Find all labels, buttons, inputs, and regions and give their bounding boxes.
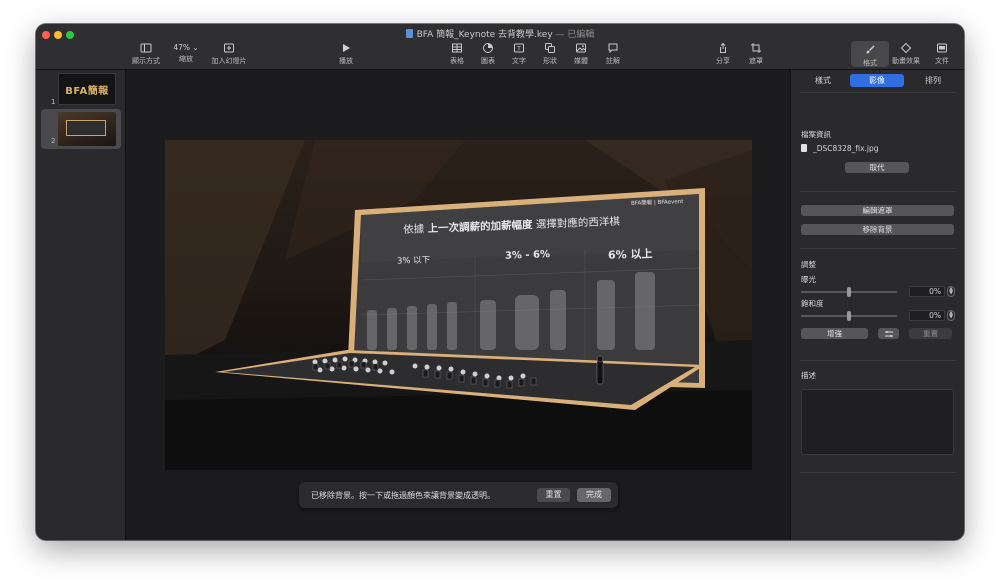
divider — [800, 360, 956, 361]
slide-navigator: 1 BFA簡報 2 — [36, 70, 126, 540]
adjust-reset-button[interactable]: 重置 — [909, 328, 952, 339]
table-icon — [452, 43, 462, 53]
chess-scene-illustration — [165, 140, 752, 470]
tab-image[interactable]: 影像 — [850, 74, 904, 87]
remove-background-button[interactable]: 移除背景 — [801, 224, 954, 235]
text-box-icon: T — [514, 43, 524, 53]
play-button[interactable]: 播放 — [322, 42, 370, 66]
saturation-field[interactable]: 0% — [909, 310, 945, 321]
animate-diamond-icon — [900, 42, 912, 54]
replace-button[interactable]: 取代 — [845, 162, 909, 173]
sign-col-3: 6% 以上 — [607, 247, 653, 262]
add-slide-button[interactable]: 加入幻燈片 — [205, 42, 253, 66]
exposure-label: 曝光 — [801, 275, 816, 284]
zoom-label: 縮放 — [179, 55, 193, 63]
share-icon — [720, 42, 726, 53]
sidebar-view-icon — [140, 43, 152, 53]
slide-number-1: 1 — [51, 98, 56, 106]
description-title: 描述 — [801, 371, 816, 380]
mini-chess-board — [66, 120, 106, 136]
levels-button[interactable] — [878, 328, 899, 339]
slide-thumbnail-2 — [58, 112, 116, 146]
mask-button[interactable]: 遮罩 — [732, 42, 780, 66]
comment-icon — [608, 43, 618, 54]
bfa-logo-text: BFA簡報 — [65, 85, 109, 97]
divider — [800, 92, 956, 93]
divider — [800, 248, 956, 249]
sign-col-1: 3% 以下 — [396, 255, 431, 267]
tab-arrange[interactable]: 排列 — [911, 74, 955, 87]
document-label: 文件 — [935, 57, 949, 65]
slide-number-2: 2 — [51, 137, 56, 145]
saturation-stepper[interactable]: ▲ ▼ — [947, 310, 955, 321]
toolbar: BFA 簡報_Keynote 去背教學.key — 已編輯 顯示方式 47% ⌄… — [36, 24, 964, 70]
window-title: BFA 簡報_Keynote 去背教學.key — 已編輯 — [36, 27, 964, 40]
slide-thumbnail-1[interactable]: BFA簡報 — [58, 73, 116, 105]
sign-col-2: 3% - 6% — [504, 249, 551, 262]
edit-status: — 已編輯 — [555, 30, 595, 40]
chevron-down-icon: ⌄ — [192, 43, 199, 52]
inspector-tabs: 樣式 影像 排列 — [791, 74, 964, 88]
file-info-title: 檔案資訊 — [801, 130, 831, 139]
remove-background-message: 已移除背景。按一下或拖過顏色來讓背景變成透明。 — [311, 491, 495, 500]
photo-media-icon — [576, 43, 586, 53]
saturation-label: 飽和度 — [801, 299, 824, 308]
zoom-value: 47% ⌄ — [173, 43, 199, 52]
edit-mask-button[interactable]: 編輯遮罩 — [801, 205, 954, 216]
paintbrush-icon — [866, 45, 875, 54]
shape-icon — [545, 43, 555, 53]
banner-reset-button[interactable]: 重置 — [537, 488, 570, 502]
chart-icon — [483, 43, 493, 53]
play-icon — [343, 44, 350, 52]
exposure-stepper[interactable]: ▲ ▼ — [947, 286, 955, 297]
play-label: 播放 — [339, 57, 353, 65]
slide-thumbnail-2-selected[interactable]: 2 — [41, 109, 121, 149]
file-info-row: _DSC8328_fix.jpg — [801, 144, 879, 153]
comment-label: 註解 — [606, 57, 620, 65]
format-inspector: 樣式 影像 排列 檔案資訊 _DSC8328_fix.jpg 取代 編輯遮罩 移… — [790, 70, 964, 540]
adjust-title: 調整 — [801, 260, 816, 269]
file-name: _DSC8328_fix.jpg — [813, 144, 879, 153]
saturation-slider-knob[interactable] — [847, 311, 851, 321]
exposure-slider[interactable] — [801, 287, 897, 297]
divider — [800, 191, 956, 192]
remove-background-banner: 已移除背景。按一下或拖過顏色來讓背景變成透明。 重置 完成 — [299, 482, 618, 508]
svg-text:T: T — [516, 46, 521, 53]
keynote-window: BFA 簡報_Keynote 去背教學.key — 已編輯 顯示方式 47% ⌄… — [36, 24, 964, 540]
document-button[interactable]: 文件 — [918, 42, 964, 66]
crop-mask-icon — [751, 43, 761, 53]
document-icon — [405, 29, 413, 38]
tab-style[interactable]: 樣式 — [803, 74, 843, 87]
zoom-menu[interactable]: 47% ⌄ 縮放 — [162, 42, 210, 64]
sign-headline-post: 選擇對應的西洋棋 — [535, 215, 621, 231]
sliders-icon — [884, 330, 893, 337]
divider — [800, 472, 956, 473]
exposure-field[interactable]: 0% — [909, 286, 945, 297]
description-textarea[interactable] — [801, 389, 954, 455]
saturation-slider[interactable] — [801, 311, 897, 321]
chess-photo-image[interactable]: 依據 上一次調薪的加薪幅度 選擇對應的西洋棋 3% 以下 3% - 6% 6% … — [165, 140, 752, 470]
file-icon — [801, 144, 807, 152]
slide-canvas[interactable]: 依據 上一次調薪的加薪幅度 選擇對應的西洋棋 3% 以下 3% - 6% 6% … — [127, 70, 790, 540]
window-title-text: BFA 簡報_Keynote 去背教學.key — [416, 30, 553, 40]
document-panel-icon — [937, 43, 947, 53]
add-slide-icon — [224, 43, 234, 53]
exposure-slider-knob[interactable] — [847, 287, 851, 297]
comment-button[interactable]: 註解 — [589, 42, 637, 66]
banner-done-button[interactable]: 完成 — [577, 488, 611, 502]
enhance-button[interactable]: 增強 — [801, 328, 868, 339]
mask-label: 遮罩 — [749, 57, 763, 65]
sign-headline-pre: 依據 — [403, 223, 425, 236]
add-slide-label: 加入幻燈片 — [211, 57, 247, 65]
